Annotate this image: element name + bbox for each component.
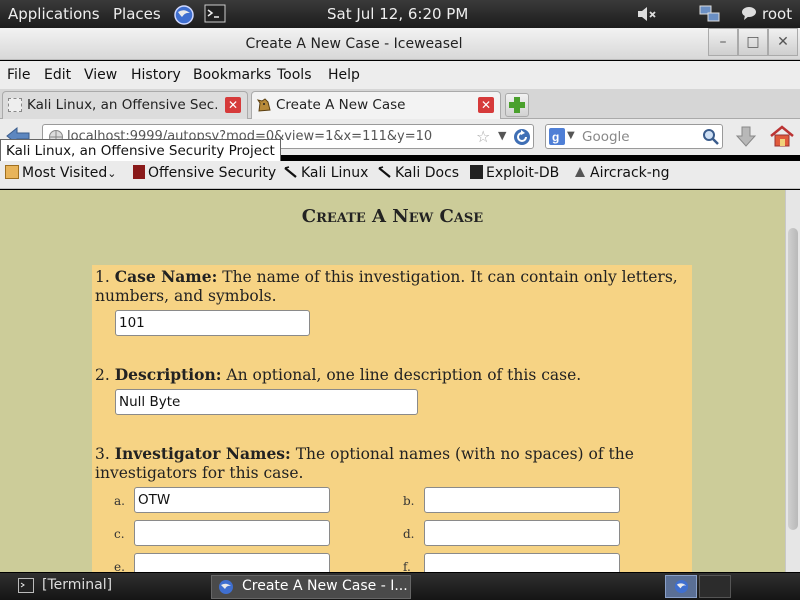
chat-icon[interactable] [740, 4, 760, 24]
page-icon [8, 98, 22, 112]
case-name-label: Case Name: [114, 267, 218, 286]
clock[interactable]: Sat Jul 12, 6:20 PM [327, 5, 468, 23]
case-form: 1. Case Name: The name of this investiga… [92, 265, 692, 572]
bookmark-kali-linux[interactable]: Kali Linux [284, 165, 368, 181]
taskbar-terminal[interactable]: [Terminal] [12, 575, 208, 599]
places-menu[interactable]: Places [113, 5, 161, 23]
bookmark-kali-docs[interactable]: Kali Docs [378, 165, 459, 181]
folder-icon [5, 165, 19, 179]
new-tab-button[interactable] [505, 93, 529, 117]
investigator-a-input[interactable]: OTW [134, 487, 330, 513]
page-title: Create A New Case [301, 206, 484, 227]
network-icon[interactable] [698, 4, 720, 24]
investigator-letter: f. [403, 560, 411, 572]
terminal-launcher-icon[interactable] [204, 4, 226, 24]
iceweasel-icon [218, 579, 234, 599]
vertical-scrollbar[interactable] [785, 190, 800, 572]
tab-label: Create A New Case [276, 97, 406, 113]
minimize-button[interactable]: – [708, 28, 738, 56]
applications-menu[interactable]: Applications [8, 5, 100, 23]
kali-dragon-icon [284, 165, 298, 179]
menu-help[interactable]: Help [328, 67, 360, 83]
user-menu[interactable]: root [762, 5, 792, 23]
terminal-icon [18, 578, 34, 598]
search-icon[interactable] [702, 128, 720, 150]
bookmark-aircrack-ng[interactable]: Aircrack-ng [573, 165, 670, 181]
aircrack-icon [573, 165, 587, 179]
investigator-letter: e. [114, 560, 125, 572]
home-button[interactable] [769, 124, 795, 152]
menu-history[interactable]: History [131, 67, 181, 83]
investigator-names-label: Investigator Names: [114, 444, 291, 463]
bookmarks-toolbar: Most Visited⌄ Offensive Security Kali Li… [0, 161, 800, 189]
close-tab-icon[interactable]: ✕ [225, 97, 241, 113]
description-input[interactable]: Null Byte [115, 389, 418, 415]
investigator-letter: c. [114, 527, 125, 541]
maximize-button[interactable]: □ [738, 28, 768, 56]
iceweasel-launcher-icon[interactable] [173, 4, 194, 25]
bookmark-most-visited[interactable]: Most Visited⌄ [5, 165, 116, 181]
exploit-db-icon [470, 165, 483, 179]
case-name-question: 1. Case Name: The name of this investiga… [95, 267, 678, 305]
page-content: Create A New Case 1. Case Name: The name… [0, 190, 785, 572]
investigator-names-question: 3. Investigator Names: The optional name… [95, 444, 634, 482]
workspace-2[interactable] [699, 575, 731, 598]
menu-tools[interactable]: Tools [277, 67, 312, 83]
tab-create-new-case[interactable]: Create A New Case ✕ [251, 91, 501, 119]
home-icon [770, 125, 794, 147]
investigator-letter: d. [403, 527, 415, 541]
bottom-panel: [Terminal] Create A New Case - I... [0, 573, 800, 600]
svg-text:g: g [552, 130, 559, 144]
investigator-c-input[interactable] [134, 520, 330, 546]
offensive-security-icon [133, 165, 145, 179]
menu-bar: File Edit View History Bookmarks Tools H… [0, 61, 800, 89]
description-question: 2. Description: An optional, one line de… [95, 365, 582, 384]
google-engine-icon[interactable]: g [549, 128, 565, 149]
description-help: An optional, one line description of thi… [226, 366, 582, 384]
plus-icon [509, 97, 525, 113]
bookmark-offensive-security[interactable]: Offensive Security [133, 165, 276, 181]
investigator-letter: a. [114, 494, 125, 508]
bookmark-star-icon[interactable]: ☆ [476, 127, 490, 146]
case-name-input[interactable]: 101 [115, 310, 310, 336]
chevron-down-icon: ⌄ [107, 167, 117, 180]
tab-kali-linux[interactable]: Kali Linux, an Offensive Sec... ✕ [2, 91, 248, 119]
investigator-e-input[interactable] [134, 553, 330, 572]
window-titlebar[interactable]: Create A New Case - Iceweasel [0, 28, 800, 60]
investigator-d-input[interactable] [424, 520, 620, 546]
menu-view[interactable]: View [84, 67, 117, 83]
engine-dropdown-icon[interactable]: ▼ [567, 130, 575, 141]
investigator-b-input[interactable] [424, 487, 620, 513]
menu-file[interactable]: File [7, 67, 30, 83]
menu-edit[interactable]: Edit [44, 67, 71, 83]
window-title: Create A New Case - Iceweasel [245, 36, 463, 52]
tab-strip: Kali Linux, an Offensive Sec... ✕ Create… [0, 89, 800, 119]
top-panel: Applications Places Sat Jul 12, 6:20 PM … [0, 0, 800, 28]
investigator-letter: b. [403, 494, 415, 508]
autopsy-dog-icon [256, 97, 272, 117]
close-tab-icon[interactable]: ✕ [478, 97, 494, 113]
scrollbar-thumb[interactable] [788, 228, 798, 530]
bookmark-exploit-db[interactable]: Exploit-DB [470, 165, 559, 181]
iceweasel-icon [674, 579, 689, 598]
search-placeholder: Google [582, 129, 630, 145]
volume-muted-icon[interactable] [636, 4, 656, 24]
kali-dragon-icon [378, 165, 392, 179]
tab-label: Kali Linux, an Offensive Sec... [27, 97, 217, 113]
investigator-f-input[interactable] [424, 553, 620, 572]
downloads-button[interactable] [735, 125, 757, 153]
close-window-button[interactable]: ✕ [768, 28, 798, 56]
reload-icon[interactable] [513, 128, 531, 150]
tooltip: Kali Linux, an Offensive Security Projec… [0, 139, 281, 163]
taskbar-iceweasel[interactable]: Create A New Case - I... [211, 575, 411, 599]
search-box[interactable]: g ▼ Google [545, 124, 723, 149]
workspace-switcher[interactable] [665, 575, 697, 598]
description-label: Description: [114, 365, 222, 384]
url-dropdown-icon[interactable]: ▼ [498, 129, 506, 142]
download-arrow-icon [735, 126, 757, 147]
menu-bookmarks[interactable]: Bookmarks [193, 67, 271, 83]
